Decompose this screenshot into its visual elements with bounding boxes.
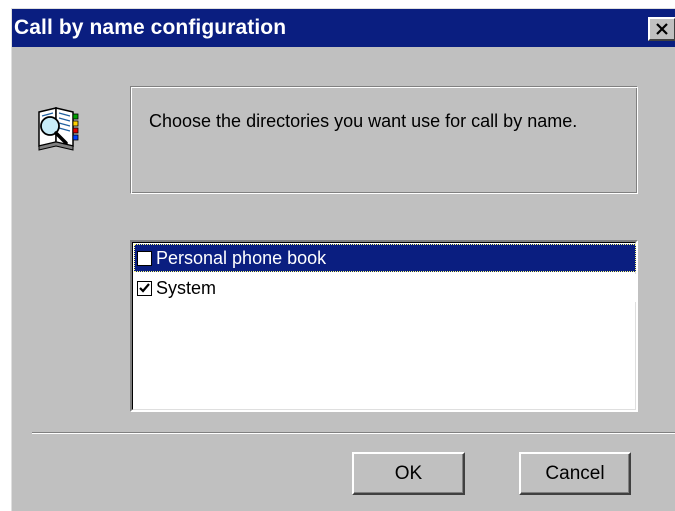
ok-button[interactable]: OK [352,452,465,495]
list-item-label: Personal phone book [156,247,327,268]
message-panel: Choose the directories you want use for … [130,86,638,194]
checkmark-icon [139,283,150,293]
message-text: Choose the directories you want use for … [149,111,578,131]
dialog-title: Call by name configuration [14,16,287,39]
close-icon [656,23,668,35]
list-item-personal-phone-book[interactable]: Personal phone book [134,244,636,272]
cancel-button[interactable]: Cancel [519,452,631,495]
personal-phone-book-checkbox[interactable] [137,250,152,266]
list-item-system[interactable]: System [134,274,636,302]
close-button[interactable] [648,17,675,41]
call-by-name-dialog: Call by name configuration Choose the di… [11,8,675,511]
system-checkbox[interactable] [137,280,152,296]
directory-book-icon [36,102,80,154]
listbox-frame: Personal phone book System [132,242,636,410]
list-item-label: System [156,277,217,298]
title-bar[interactable]: Call by name configuration [12,9,675,47]
directories-listbox[interactable]: Personal phone book System [130,240,638,412]
separator-line [32,432,675,434]
